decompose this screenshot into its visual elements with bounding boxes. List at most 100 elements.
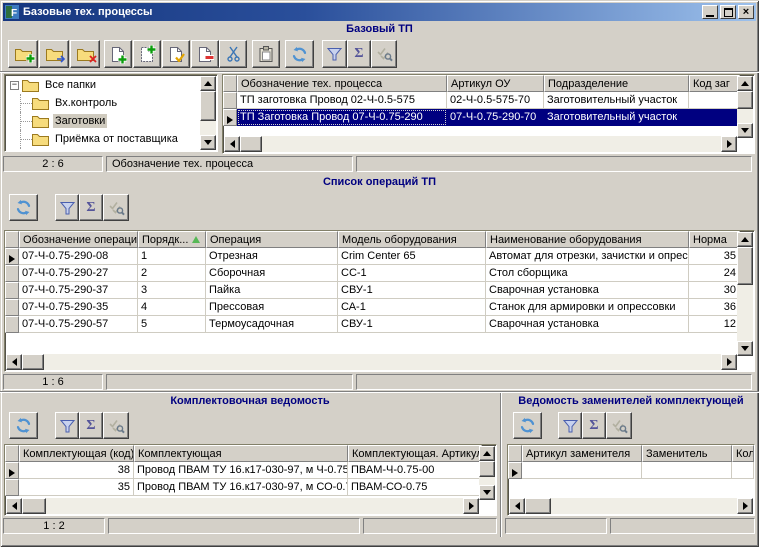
- column-header[interactable]: Код заг: [689, 75, 740, 92]
- table-cell[interactable]: Сварочная установка: [486, 316, 689, 333]
- scroll-thumb[interactable]: [525, 498, 551, 514]
- table-cell[interactable]: 5: [138, 316, 206, 333]
- scroll-down-button[interactable]: [200, 135, 216, 150]
- scroll-up-button[interactable]: [737, 232, 753, 247]
- table-cell[interactable]: 2: [138, 265, 206, 282]
- ops-settings-button[interactable]: [103, 194, 129, 221]
- table-cell[interactable]: ТП Заготовка Провод 07-Ч-0.75-290: [237, 109, 447, 126]
- record-insert-button[interactable]: [133, 40, 161, 68]
- column-header[interactable]: Наименование оборудования: [486, 231, 689, 248]
- scroll-down-button[interactable]: [737, 341, 753, 356]
- tree-item-sborochnye[interactable]: Сборочные: [6, 148, 200, 150]
- operations-table[interactable]: Обозначение операцииПорядк...ОперацияМод…: [5, 231, 740, 333]
- column-header[interactable]: Модель оборудования: [338, 231, 486, 248]
- folder-delete-button[interactable]: [70, 40, 100, 68]
- subs-table[interactable]: Артикул заменителяЗаменительКол: [508, 445, 754, 479]
- table-cell[interactable]: Пайка: [206, 282, 338, 299]
- table-row[interactable]: 07-Ч-0.75-290-081ОтрезнаяCrim Center 65А…: [5, 248, 740, 265]
- settings-button[interactable]: [371, 40, 397, 68]
- table-row[interactable]: 35Провод ПВАМ ТУ 16.к17-030-97, м СО-0.7…: [5, 479, 482, 496]
- scroll-down-button[interactable]: [479, 485, 495, 500]
- sum-button[interactable]: Σ: [347, 40, 371, 68]
- scroll-up-button[interactable]: [479, 446, 495, 461]
- table-cell[interactable]: Стол сборщика: [486, 265, 689, 282]
- maximize-button[interactable]: [720, 5, 736, 19]
- scroll-up-button[interactable]: [200, 76, 216, 91]
- column-header[interactable]: Кол: [732, 445, 754, 462]
- filter-button[interactable]: [322, 40, 347, 68]
- table-cell[interactable]: Сборочная: [206, 265, 338, 282]
- table-cell[interactable]: СВУ-1: [338, 316, 486, 333]
- column-header[interactable]: Заменитель: [642, 445, 732, 462]
- kit-vertical-scrollbar[interactable]: [479, 446, 495, 500]
- scroll-up-button[interactable]: [737, 76, 753, 91]
- ops-sum-button[interactable]: Σ: [79, 194, 103, 221]
- column-header[interactable]: Артикул заменителя: [522, 445, 642, 462]
- scroll-thumb[interactable]: [737, 247, 753, 285]
- scroll-left-button[interactable]: [224, 136, 240, 152]
- scroll-down-button[interactable]: [737, 123, 753, 138]
- scroll-thumb[interactable]: [479, 461, 495, 477]
- folder-move-button[interactable]: [39, 40, 69, 68]
- table-cell[interactable]: Заготовительный участок: [544, 109, 689, 126]
- subs-filter-button[interactable]: [558, 412, 582, 439]
- table-cell[interactable]: Термоусадочная: [206, 316, 338, 333]
- scroll-thumb[interactable]: [22, 498, 46, 514]
- table-row[interactable]: 07-Ч-0.75-290-575ТермоусадочнаяСВУ-1Свар…: [5, 316, 740, 333]
- scroll-left-button[interactable]: [6, 354, 22, 370]
- table-cell[interactable]: [522, 462, 642, 479]
- table-cell[interactable]: Автомат для отрезки, зачистки и опрес: [486, 248, 689, 265]
- table-cell[interactable]: ПВАМ-Ч-0.75-00: [348, 462, 482, 479]
- ops-refresh-button[interactable]: [9, 194, 38, 221]
- kit-table[interactable]: Комплектующая (код)КомплектующаяКомплект…: [5, 445, 482, 496]
- scroll-thumb[interactable]: [737, 91, 753, 109]
- ops-filter-button[interactable]: [55, 194, 79, 221]
- table-cell[interactable]: Отрезная: [206, 248, 338, 265]
- tp-table[interactable]: Обозначение тех. процессаАртикул ОУПодра…: [223, 75, 740, 126]
- ops-vertical-scrollbar[interactable]: [737, 232, 753, 356]
- ops-horizontal-scrollbar[interactable]: [6, 354, 737, 370]
- table-cell[interactable]: [689, 92, 740, 109]
- table-row[interactable]: [508, 462, 754, 479]
- table-cell[interactable]: Станок для армировки и опрессовки: [486, 299, 689, 316]
- tree-item-priemka[interactable]: Приёмка от поставщика: [6, 130, 200, 148]
- table-cell[interactable]: 07-Ч-0.75-290-08: [19, 248, 138, 265]
- kit-refresh-button[interactable]: [9, 412, 38, 439]
- scroll-thumb[interactable]: [240, 136, 262, 152]
- scroll-right-button[interactable]: [721, 136, 737, 152]
- column-header[interactable]: Норма: [689, 231, 740, 248]
- paste-button[interactable]: [252, 40, 280, 68]
- table-cell[interactable]: 35: [19, 479, 134, 496]
- tree-item-zagotovki[interactable]: Заготовки: [6, 112, 200, 130]
- tp-horizontal-scrollbar[interactable]: [224, 136, 737, 152]
- tree-vertical-scrollbar[interactable]: [200, 76, 216, 150]
- tp-vertical-scrollbar[interactable]: [737, 76, 753, 138]
- scroll-thumb[interactable]: [200, 91, 216, 121]
- column-header[interactable]: Обозначение операции: [19, 231, 138, 248]
- table-cell[interactable]: 35: [689, 248, 740, 265]
- close-button[interactable]: ×: [738, 5, 754, 19]
- table-cell[interactable]: СС-1: [338, 265, 486, 282]
- title-bar[interactable]: F Базовые тех. процессы ×: [3, 3, 756, 21]
- scroll-left-button[interactable]: [6, 498, 22, 514]
- column-header[interactable]: Обозначение тех. процесса: [237, 75, 447, 92]
- subs-settings-button[interactable]: [606, 412, 632, 439]
- table-cell[interactable]: 24: [689, 265, 740, 282]
- subs-sum-button[interactable]: Σ: [582, 412, 606, 439]
- column-header[interactable]: Комплектующая: [134, 445, 348, 462]
- folder-add-button[interactable]: [8, 40, 38, 68]
- table-row[interactable]: 38Провод ПВАМ ТУ 16.к17-030-97, м Ч-0.75…: [5, 462, 482, 479]
- table-cell[interactable]: ПВАМ-СО-0.75: [348, 479, 482, 496]
- table-row[interactable]: ТП заготовка Провод 02-Ч-0.5-57502-Ч-0.5…: [223, 92, 740, 109]
- record-delete-button[interactable]: [191, 40, 219, 68]
- table-cell[interactable]: 07-Ч-0.75-290-57: [19, 316, 138, 333]
- column-header[interactable]: Операция: [206, 231, 338, 248]
- scroll-right-button[interactable]: [463, 498, 479, 514]
- table-cell[interactable]: Прессовая: [206, 299, 338, 316]
- cut-button[interactable]: [219, 40, 247, 68]
- table-cell[interactable]: Провод ПВАМ ТУ 16.к17-030-97, м СО-0.75: [134, 479, 348, 496]
- table-cell[interactable]: Провод ПВАМ ТУ 16.к17-030-97, м Ч-0.75: [134, 462, 348, 479]
- tree-item-vh-kontrol[interactable]: Вх.контроль: [6, 94, 200, 112]
- kit-horizontal-scrollbar[interactable]: [6, 498, 479, 514]
- record-edit-button[interactable]: [162, 40, 190, 68]
